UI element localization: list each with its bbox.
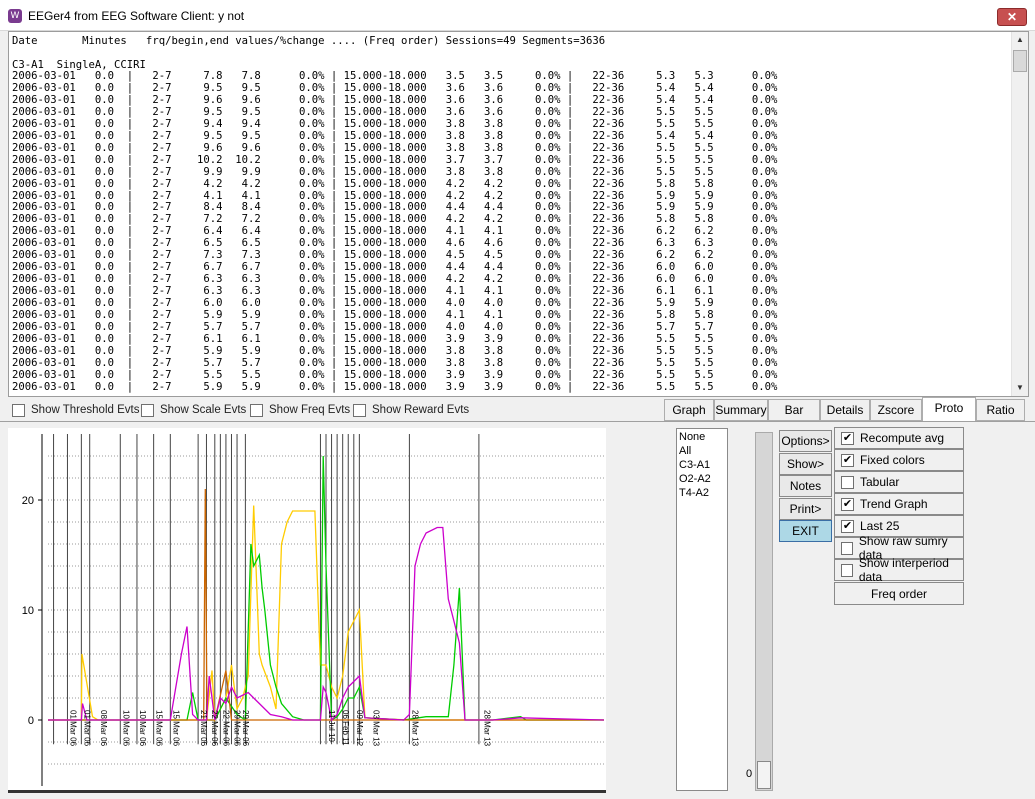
tab-ratio[interactable]: Ratio (976, 399, 1025, 421)
checkbox[interactable] (353, 403, 366, 417)
channel-listbox[interactable]: None All C3-A1 O2-A2 T4-A2 (676, 428, 728, 791)
channel-list-item[interactable]: C3-A1 (679, 458, 725, 472)
date-label: 08 Mar 06 (99, 710, 108, 747)
checkbox-label: Show Threshold Evts (31, 404, 140, 416)
trend-chart: 0 10 20 01 Mar 06 01 Mar 06 08 Mar 06 10 Mar 0… (8, 428, 606, 790)
notes-button[interactable]: Notes (779, 475, 832, 497)
option-trend-graph[interactable]: ✔ Trend Graph (834, 493, 964, 515)
date-label: 29 Mar 06 (232, 710, 241, 747)
log-row: 2006-03-01 0.0 | 2-7 9.9 9.9 0.0% | 15.0… (12, 165, 778, 178)
date-label: 15 Mar 06 (171, 710, 180, 747)
vertical-slider-knob[interactable] (757, 761, 771, 789)
checkbox[interactable]: ✔ (841, 519, 854, 533)
tab-graph[interactable]: Graph (664, 399, 714, 421)
date-label: 15 Mar 06 (155, 710, 164, 747)
option-label: Show interperiod data (858, 556, 949, 584)
tab-proto[interactable]: Proto (922, 397, 976, 422)
exit-button[interactable]: EXIT (779, 520, 832, 542)
date-label: 01 Mar 06 (82, 710, 91, 747)
date-label: 10 Mar 06 (138, 710, 147, 747)
date-label: 22 Mar 06 (221, 710, 230, 747)
option-label: Fixed colors (860, 453, 925, 467)
event-checkbox-row[interactable]: Show Reward Evts (353, 402, 469, 418)
checkbox[interactable] (841, 541, 853, 555)
trend-chart-svg: 0 10 20 01 Mar 06 01 Mar 06 08 Mar 06 10 Mar 0… (22, 434, 605, 786)
freq-order-button[interactable]: Freq order (834, 582, 964, 605)
option-tabular[interactable]: Tabular (834, 471, 964, 493)
session-log-textbox[interactable]: Date Minutes frq/begin,end values/%chang… (8, 31, 1029, 397)
chart-bottom-bar (8, 790, 606, 793)
app-logo-icon: W (8, 9, 22, 23)
date-label: 10 Mar 06 (121, 710, 130, 747)
options-button[interactable]: Options> (779, 430, 832, 452)
date-label: 28 Mar 13 (483, 710, 492, 747)
show-button[interactable]: Show> (779, 452, 832, 475)
window-title: EEGer4 from EEG Software Client: y not (28, 9, 245, 23)
log-row: 2006-03-01 0.0 | 2-7 5.9 5.9 0.0% | 15.0… (12, 380, 778, 393)
log-row: 2006-03-01 0.0 | 2-7 9.4 9.4 0.0% | 15.0… (12, 117, 778, 130)
channel-list-item[interactable]: All (679, 444, 725, 458)
channel-list-item[interactable]: None (679, 430, 725, 444)
tab-zscore[interactable]: Zscore (870, 399, 922, 421)
scroll-up-icon[interactable]: ▲ (1012, 32, 1028, 48)
date-label: 03 Mar 13 (371, 710, 380, 747)
checkbox-label: Show Reward Evts (372, 404, 470, 416)
vertical-slider-track[interactable] (755, 432, 773, 791)
log-row: 2006-03-01 0.0 | 2-7 5.5 5.5 0.0% | 15.0… (12, 368, 778, 381)
channel-list-item[interactable]: O2-A2 (679, 472, 725, 486)
date-label: 28 Mar 13 (410, 710, 419, 747)
print-button[interactable]: Print> (779, 497, 832, 520)
tab-details[interactable]: Details (820, 399, 870, 421)
date-label: 29 Mar 06 (241, 710, 250, 747)
checkbox-label: Show Freq Evts (269, 404, 351, 416)
tab-bar[interactable]: Bar (768, 399, 820, 421)
title-bar: W EEGer4 from EEG Software Client: y not… (0, 0, 1035, 31)
close-button[interactable]: ✕ (997, 8, 1027, 26)
date-label: 06 Feb 11 (341, 710, 350, 746)
event-checkbox-row[interactable]: Show Threshold Evts (12, 402, 139, 418)
option-label: Tabular (860, 475, 900, 489)
log-row: 2006-03-01 0.0 | 2-7 9.6 9.6 0.0% | 15.0… (12, 141, 778, 154)
event-checkbox-row[interactable]: Show Freq Evts (250, 402, 350, 418)
checkbox[interactable]: ✔ (841, 431, 854, 445)
log-header-line: Date Minutes frq/begin,end values/%chang… (12, 35, 606, 47)
y-tick-label: 0 (28, 715, 34, 727)
date-label: 11 Jul 10 (327, 710, 336, 742)
date-label: 22 Mar 06 (210, 710, 219, 747)
log-row: 2006-03-01 0.0 | 2-7 10.2 10.2 0.0% | 15… (12, 153, 778, 166)
checkbox[interactable] (12, 403, 25, 417)
scroll-down-icon[interactable]: ▼ (1012, 380, 1028, 396)
checkbox-label: Show Scale Evts (160, 404, 247, 416)
checkbox[interactable] (841, 475, 854, 489)
option-show-interperiod-data[interactable]: Show interperiod data (834, 556, 964, 584)
slider-value: 0 (746, 768, 753, 780)
log-rows: 2006-03-01 0.0 | 2-7 7.8 7.8 0.0% | 15.0… (12, 70, 778, 394)
option-label: Recompute avg (860, 431, 945, 445)
checkbox[interactable] (141, 403, 154, 417)
option-fixed-colors[interactable]: ✔ Fixed colors (834, 449, 964, 471)
checkbox[interactable]: ✔ (841, 453, 854, 467)
scroll-thumb[interactable] (1013, 50, 1027, 72)
checkbox[interactable] (841, 563, 853, 577)
log-row: 2006-03-01 0.0 | 2-7 4.2 4.2 0.0% | 15.0… (12, 177, 778, 190)
y-tick-label: 20 (22, 495, 34, 507)
date-label: 01 Mar 06 (68, 710, 77, 747)
log-row: 2006-03-01 0.0 | 2-7 9.5 9.5 0.0% | 15.0… (12, 129, 778, 142)
option-label: Trend Graph (860, 497, 928, 511)
y-tick-label: 10 (22, 605, 34, 617)
date-label: 09 Mar 12 (355, 710, 364, 747)
event-checkbox-row[interactable]: Show Scale Evts (141, 402, 246, 418)
option-label: Last 25 (860, 519, 900, 533)
channel-list-item[interactable]: T4-A2 (679, 486, 725, 500)
tab-summary[interactable]: Summary (714, 399, 768, 421)
checkbox[interactable] (250, 403, 263, 417)
option-recompute-avg[interactable]: ✔ Recompute avg (834, 427, 964, 449)
date-label: 21 Mar 06 (199, 710, 208, 747)
log-scrollbar[interactable]: ▲ ▼ (1011, 32, 1028, 396)
checkbox[interactable]: ✔ (841, 497, 854, 511)
